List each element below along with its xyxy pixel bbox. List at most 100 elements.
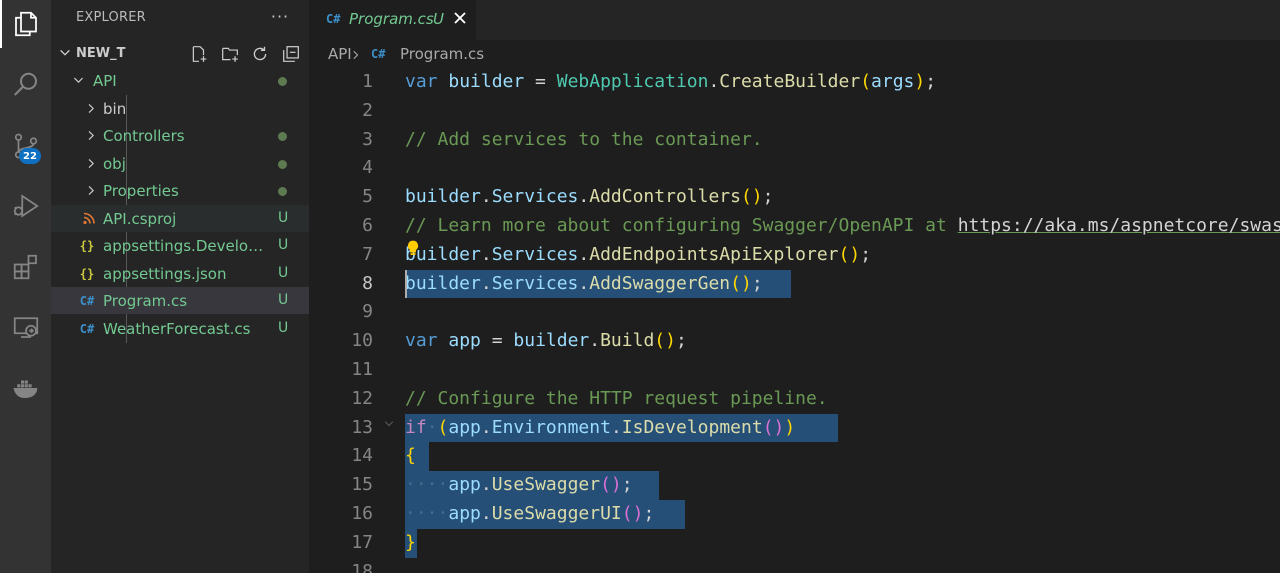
chevron-right-icon bbox=[88, 104, 94, 113]
tree-label: API bbox=[93, 72, 117, 90]
line-number: 6 bbox=[362, 215, 373, 236]
json-icon: {} bbox=[79, 238, 95, 253]
tree-file-program-cs[interactable]: C# Program.cs U bbox=[51, 287, 309, 314]
line-number: 10 bbox=[351, 330, 373, 352]
tree-folder-api[interactable]: API bbox=[51, 67, 309, 94]
new-folder-icon[interactable] bbox=[220, 44, 240, 64]
extensions-icon[interactable] bbox=[0, 243, 51, 291]
line-number: 5 bbox=[362, 186, 373, 208]
code-line: 10 var app = builder.Build(); bbox=[309, 327, 1280, 356]
csharp-icon: C# bbox=[326, 12, 341, 26]
code-line: 2 bbox=[309, 97, 1280, 126]
code-line: 13 if·(app.Environment.IsDevelopment()) bbox=[309, 413, 1280, 443]
csharp-icon: C# bbox=[79, 321, 95, 336]
explorer-sidebar: EXPLORER ··· NEW_T API bin Controllers o… bbox=[51, 0, 309, 573]
untracked-status: U bbox=[278, 320, 289, 336]
tree-file-appsettings-development[interactable]: {} appsettings.Develop... U bbox=[51, 232, 309, 259]
line-number: 1 bbox=[362, 71, 373, 92]
tree-label: Program.cs bbox=[103, 292, 188, 310]
docker-icon[interactable] bbox=[0, 364, 51, 412]
code-text: // Configure the HTTP request pipeline. bbox=[405, 387, 828, 409]
tree-label: API.csproj bbox=[103, 210, 177, 228]
untracked-status: U bbox=[278, 292, 289, 308]
refresh-icon[interactable] bbox=[250, 44, 270, 64]
doc-link[interactable]: https://aka.ms/aspnetcore/swashbuckle bbox=[958, 215, 1280, 236]
run-debug-icon[interactable] bbox=[0, 182, 51, 230]
line-number: 9 bbox=[362, 301, 373, 323]
tree-file-api-csproj[interactable]: API.csproj U bbox=[51, 205, 309, 232]
tree-file-appsettings-json[interactable]: {} appsettings.json U bbox=[51, 260, 309, 287]
json-icon: {} bbox=[79, 266, 95, 281]
fold-chevron-icon[interactable] bbox=[383, 418, 395, 430]
line-number: 13 bbox=[351, 416, 373, 438]
code-line: 7 builder.Services.AddEndpointsApiExplor… bbox=[309, 241, 1280, 270]
code-line: 12 // Configure the HTTP request pipelin… bbox=[309, 385, 1280, 414]
code-line: 14 { bbox=[309, 442, 1280, 472]
chevron-down-icon bbox=[60, 49, 70, 56]
untracked-status: U bbox=[278, 265, 289, 281]
line-number: 2 bbox=[362, 99, 373, 121]
lightbulb-icon[interactable] bbox=[404, 239, 422, 257]
code-text: // Learn more about configuring Swagger/… bbox=[405, 212, 1280, 241]
tree-label: WeatherForecast.cs bbox=[103, 320, 251, 338]
text-cursor bbox=[405, 269, 407, 299]
explorer-files-icon[interactable] bbox=[0, 0, 51, 48]
tab-label: Program.cs bbox=[349, 10, 434, 28]
tree-folder-controllers[interactable]: Controllers bbox=[51, 122, 309, 149]
chevron-right-icon bbox=[88, 186, 94, 195]
code-text: } bbox=[405, 531, 416, 553]
breadcrumb-file[interactable]: Program.cs bbox=[400, 45, 484, 63]
code-line-active: 8 builder.Services.AddSwaggerGen(); bbox=[309, 269, 1280, 299]
modified-dot bbox=[278, 77, 287, 86]
code-text: builder.Services.AddControllers(); bbox=[405, 186, 774, 208]
code-text: builder.Services.AddEndpointsApiExplorer… bbox=[405, 243, 872, 265]
line-number: 14 bbox=[351, 445, 373, 467]
remote-explorer-icon[interactable] bbox=[0, 303, 51, 351]
line-number: 16 bbox=[351, 503, 373, 524]
untracked-status: U bbox=[278, 210, 289, 226]
source-control-badge: 22 bbox=[19, 148, 41, 164]
tree-label: appsettings.Develop... bbox=[103, 237, 265, 255]
tab-program-cs[interactable]: C# Program.cs U bbox=[309, 0, 476, 40]
tree-label: Controllers bbox=[103, 127, 185, 145]
code-text: ····app.UseSwagger(); bbox=[405, 474, 633, 496]
csharp-icon: C# bbox=[79, 293, 95, 308]
tree-label: Properties bbox=[103, 182, 179, 200]
close-icon[interactable] bbox=[450, 8, 470, 28]
untracked-status: U bbox=[278, 237, 289, 253]
workspace-section-header[interactable]: NEW_T bbox=[51, 40, 309, 67]
more-actions-button[interactable]: ··· bbox=[268, 4, 292, 28]
breadcrumb-folder[interactable]: API bbox=[328, 45, 352, 63]
new-file-icon[interactable] bbox=[189, 44, 209, 64]
modified-dot bbox=[278, 187, 287, 196]
line-number: 3 bbox=[362, 128, 373, 150]
code-text: var app = builder.Build(); bbox=[405, 330, 687, 352]
code-text: var builder = WebApplication.CreateBuild… bbox=[405, 71, 937, 92]
tree-file-weatherforecast-cs[interactable]: C# WeatherForecast.cs U bbox=[51, 315, 309, 342]
activity-bar: 22 bbox=[0, 0, 51, 573]
breadcrumb: API C# Program.cs bbox=[309, 40, 1280, 68]
search-icon[interactable] bbox=[0, 61, 51, 109]
csharp-icon: C# bbox=[371, 47, 386, 61]
editor-tab-bar: C# Program.cs U bbox=[309, 0, 1280, 40]
code-text: // Add services to the container. bbox=[405, 128, 763, 150]
code-text: if·(app.Environment.IsDevelopment()) bbox=[405, 416, 796, 438]
collapse-all-icon[interactable] bbox=[281, 44, 301, 64]
code-line: 16 ····app.UseSwaggerUI(); bbox=[309, 500, 1280, 529]
code-line: 4 bbox=[309, 154, 1280, 183]
chevron-right-icon bbox=[88, 159, 94, 168]
code-line: 15 ····app.UseSwagger(); bbox=[309, 471, 1280, 500]
line-number: 17 bbox=[351, 531, 373, 553]
code-text: { bbox=[405, 445, 416, 467]
tree-folder-bin[interactable]: bin bbox=[51, 95, 309, 122]
line-number: 8 bbox=[362, 272, 373, 294]
line-number: 11 bbox=[351, 359, 373, 380]
line-number: 4 bbox=[362, 157, 373, 179]
tree-folder-obj[interactable]: obj bbox=[51, 150, 309, 177]
tab-status: U bbox=[433, 10, 444, 28]
chevron-right-icon bbox=[88, 131, 94, 140]
code-editor[interactable]: 1 var builder = WebApplication.CreateBui… bbox=[309, 68, 1280, 573]
code-line: 1 var builder = WebApplication.CreateBui… bbox=[309, 68, 1280, 97]
tree-folder-properties[interactable]: Properties bbox=[51, 177, 309, 204]
code-text: builder.Services.AddSwaggerGen(); bbox=[405, 272, 763, 294]
